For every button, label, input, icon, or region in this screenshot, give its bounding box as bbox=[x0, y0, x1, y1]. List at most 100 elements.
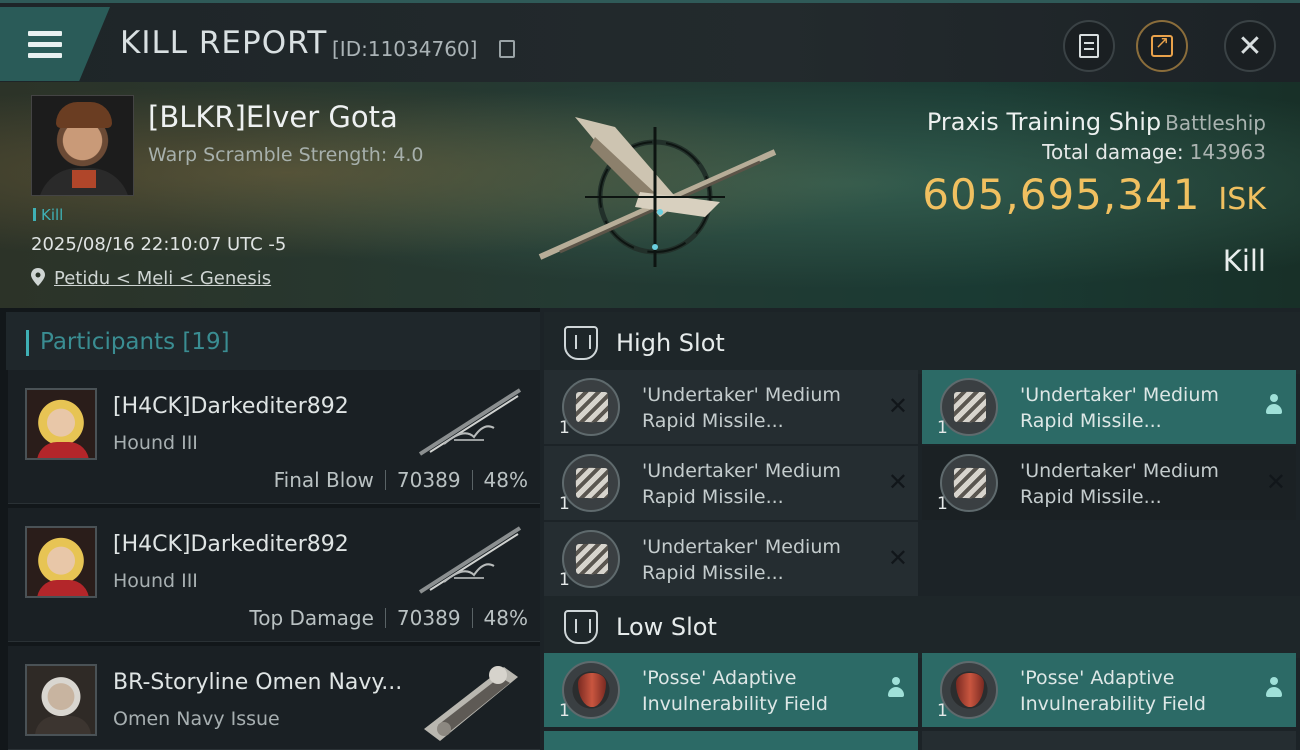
participant-label: Final Blow bbox=[273, 468, 374, 492]
participant-damage: 70389 bbox=[396, 606, 461, 630]
module-quantity: 1 bbox=[559, 701, 570, 721]
high-slot-title: High Slot bbox=[616, 329, 725, 357]
module-quantity: 1 bbox=[559, 418, 570, 438]
total-damage-label: Total damage: bbox=[1042, 140, 1184, 164]
high-slot-module[interactable]: 1 'Undertaker' Medium Rapid Missile... ✕ bbox=[544, 522, 918, 596]
participant-row[interactable]: [H4CK]Darkediter892 Hound III Final Blow… bbox=[8, 370, 540, 504]
participant-ship: Hound III bbox=[113, 570, 198, 592]
low-slot-module[interactable]: 1 'Posse' Adaptive Invulnerability Field bbox=[544, 653, 918, 727]
module-name: 'Posse' Adaptive Invulnerability Field bbox=[642, 667, 828, 715]
participant-damage: 70389 bbox=[396, 468, 461, 492]
notes-button[interactable] bbox=[1063, 20, 1115, 72]
destroyed-icon: ✕ bbox=[887, 544, 908, 572]
avatar bbox=[25, 388, 97, 460]
victim-name[interactable]: [BLKR]Elver Gota bbox=[148, 100, 398, 134]
participants-header[interactable]: Participants [19] bbox=[6, 312, 540, 370]
participant-ship: Hound III bbox=[113, 432, 198, 454]
kill-tag-label: Kill bbox=[41, 206, 64, 224]
destroyed-icon: ✕ bbox=[887, 392, 908, 420]
dropped-person-icon bbox=[1264, 677, 1284, 699]
module-quantity: 1 bbox=[559, 494, 570, 514]
dropped-person-icon bbox=[1264, 394, 1284, 416]
isk-amount: 605,695,341 bbox=[922, 170, 1201, 219]
high-slot-icon bbox=[564, 326, 598, 360]
total-damage: Total damage: 143963 bbox=[1042, 140, 1266, 164]
missile-launcher-icon bbox=[940, 378, 998, 436]
kill-datetime: 2025/08/16 22:10:07 UTC -5 bbox=[31, 234, 287, 255]
page-title: KILL REPORT bbox=[120, 25, 328, 61]
share-icon bbox=[1151, 33, 1173, 57]
participant-row[interactable]: [H4CK]Darkediter892 Hound III Top Damage… bbox=[8, 508, 540, 642]
low-slot-module[interactable]: 1 'Posse' Adaptive Invulnerability Field bbox=[922, 653, 1296, 727]
participant-label: Top Damage bbox=[249, 606, 374, 630]
participant-percent: 48% bbox=[483, 468, 528, 492]
participant-name: [H4CK]Darkediter892 bbox=[113, 394, 349, 419]
module-name: 'Undertaker' Medium Rapid Missile... bbox=[642, 536, 841, 584]
destroyed-icon: ✕ bbox=[1265, 468, 1286, 496]
participants-panel: Participants [19] [H4CK]Darkediter892 Ho… bbox=[0, 308, 540, 750]
notes-icon bbox=[1079, 34, 1099, 58]
copy-icon[interactable] bbox=[499, 40, 515, 58]
ship-class: Battleship bbox=[1165, 111, 1266, 135]
report-id: [ID:11034760] bbox=[332, 37, 478, 61]
invulnerability-field-icon bbox=[940, 661, 998, 719]
participant-percent: 48% bbox=[483, 606, 528, 630]
low-slot-icon bbox=[564, 610, 598, 644]
low-slot-module-partial[interactable] bbox=[544, 731, 918, 750]
isk-value: 605,695,341 ISK bbox=[922, 170, 1266, 219]
module-quantity: 1 bbox=[559, 570, 570, 590]
ship-model-image bbox=[538, 117, 777, 267]
participant-row[interactable]: BR-Storyline Omen Navy... Omen Navy Issu… bbox=[8, 646, 540, 750]
module-quantity: 1 bbox=[937, 701, 948, 721]
participant-name: [H4CK]Darkediter892 bbox=[113, 532, 349, 557]
module-name: 'Posse' Adaptive Invulnerability Field bbox=[1020, 667, 1206, 715]
low-slot-title: Low Slot bbox=[616, 613, 717, 641]
share-button[interactable] bbox=[1136, 20, 1188, 72]
low-slot-module-partial[interactable] bbox=[922, 731, 1296, 750]
dropped-person-icon bbox=[886, 677, 906, 699]
avatar bbox=[25, 664, 97, 736]
high-slot-header: High Slot bbox=[544, 312, 1300, 374]
hamburger-menu-icon[interactable] bbox=[28, 31, 62, 59]
high-slot-module[interactable]: 1 'Undertaker' Medium Rapid Missile... ✕ bbox=[922, 446, 1296, 520]
kill-header: [BLKR]Elver Gota Warp Scramble Strength:… bbox=[0, 82, 1300, 308]
low-slot-header: Low Slot bbox=[544, 596, 1300, 658]
invulnerability-field-icon bbox=[562, 661, 620, 719]
isk-unit: ISK bbox=[1218, 182, 1266, 217]
ship-name[interactable]: Praxis Training Ship Battleship bbox=[927, 108, 1266, 136]
participant-name: BR-Storyline Omen Navy... bbox=[113, 670, 403, 695]
participant-ship: Omen Navy Issue bbox=[113, 708, 280, 730]
ship-name-label: Praxis Training Ship bbox=[926, 108, 1162, 136]
participant-ship-image bbox=[418, 526, 522, 594]
high-slot-module[interactable]: 1 'Undertaker' Medium Rapid Missile... bbox=[922, 370, 1296, 444]
participant-stats: Top Damage 70389 48% bbox=[249, 606, 528, 630]
destroyed-icon: ✕ bbox=[887, 468, 908, 496]
missile-launcher-icon bbox=[562, 530, 620, 588]
location-link[interactable]: Petidu < Meli < Genesis bbox=[54, 268, 271, 289]
location-pin-icon bbox=[31, 268, 45, 286]
close-icon: ✕ bbox=[1237, 28, 1263, 64]
module-quantity: 1 bbox=[937, 418, 948, 438]
menu-button[interactable] bbox=[0, 7, 110, 81]
participant-ship-image bbox=[418, 388, 522, 456]
module-name: 'Undertaker' Medium Rapid Missile... bbox=[642, 384, 841, 432]
module-name: 'Undertaker' Medium Rapid Missile... bbox=[1020, 384, 1219, 432]
high-slot-module[interactable]: 1 'Undertaker' Medium Rapid Missile... ✕ bbox=[544, 370, 918, 444]
kill-tag: Kill bbox=[33, 206, 63, 224]
close-button[interactable]: ✕ bbox=[1224, 20, 1276, 72]
victim-portrait[interactable] bbox=[31, 95, 134, 196]
avatar bbox=[25, 526, 97, 598]
top-bar: KILL REPORT [ID:11034760] ✕ bbox=[0, 0, 1300, 82]
high-slot-module[interactable]: 1 'Undertaker' Medium Rapid Missile... ✕ bbox=[544, 446, 918, 520]
warp-scramble-strength: Warp Scramble Strength: 4.0 bbox=[148, 144, 424, 166]
result-label: Kill bbox=[1222, 244, 1266, 278]
missile-launcher-icon bbox=[940, 454, 998, 512]
total-damage-value: 143963 bbox=[1189, 140, 1266, 164]
module-name: 'Undertaker' Medium Rapid Missile... bbox=[642, 460, 841, 508]
module-name: 'Undertaker' Medium Rapid Missile... bbox=[1020, 460, 1219, 508]
participant-stats: Final Blow 70389 48% bbox=[274, 468, 528, 492]
module-quantity: 1 bbox=[937, 494, 948, 514]
participant-ship-image bbox=[424, 666, 518, 741]
participants-title: Participants [19] bbox=[40, 329, 230, 355]
missile-launcher-icon bbox=[562, 378, 620, 436]
